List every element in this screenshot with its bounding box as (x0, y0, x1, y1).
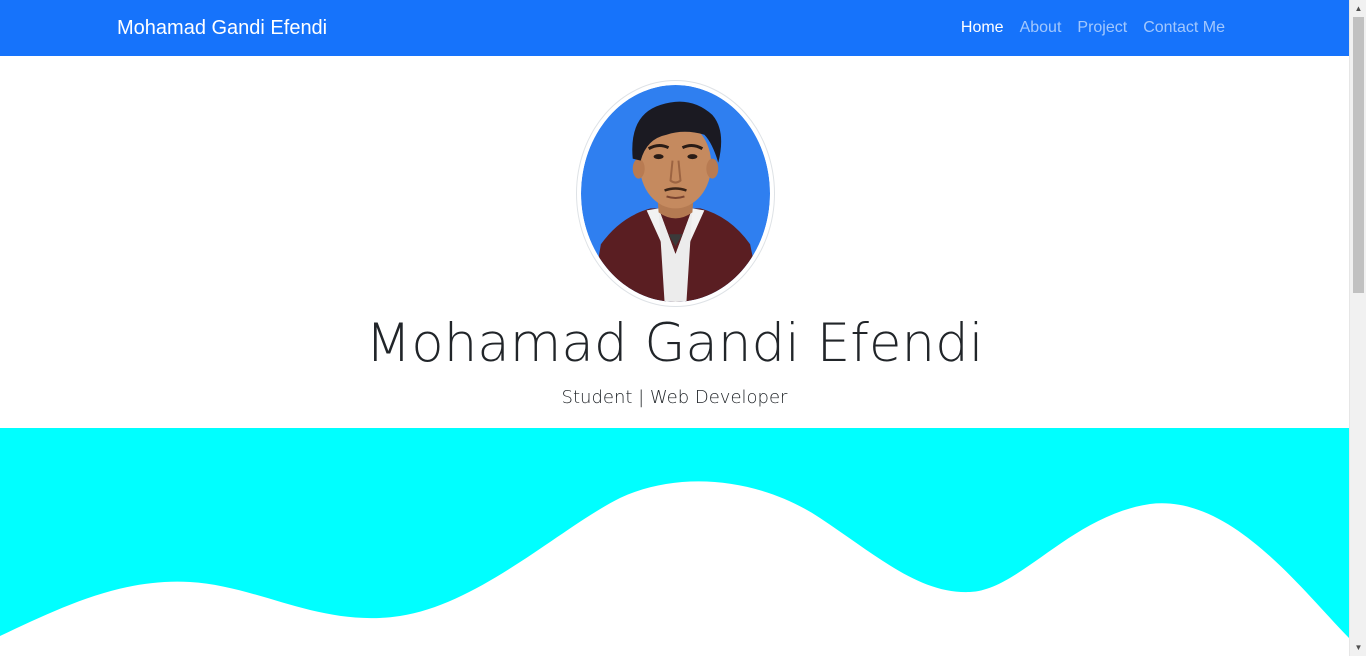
nav-link-project[interactable]: Project (1077, 16, 1127, 40)
wave-graphic (0, 428, 1349, 656)
nav-link-about[interactable]: About (1020, 16, 1062, 40)
nav-link-contact-me[interactable]: Contact Me (1143, 16, 1225, 40)
hero-name: Mohamad Gandi Efendi (365, 313, 984, 374)
scroll-down-icon[interactable]: ▼ (1350, 639, 1366, 656)
scroll-up-icon[interactable]: ▲ (1350, 0, 1366, 17)
wave-section (0, 428, 1349, 656)
scrollbar[interactable]: ▲ ▼ (1349, 0, 1366, 656)
navbar-brand[interactable]: Mohamad Gandi Efendi (117, 15, 327, 41)
nav-links: Home About Project Contact Me (961, 16, 1225, 40)
hero-subtitle: Student | Web Developer (561, 387, 788, 408)
avatar (581, 85, 770, 302)
avatar-frame (576, 80, 775, 307)
hero-section: Mohamad Gandi Efendi Student | Web Devel… (0, 56, 1349, 428)
scroll-thumb[interactable] (1353, 17, 1364, 293)
navbar: Mohamad Gandi Efendi Home About Project … (0, 0, 1349, 56)
nav-link-home[interactable]: Home (961, 16, 1004, 40)
